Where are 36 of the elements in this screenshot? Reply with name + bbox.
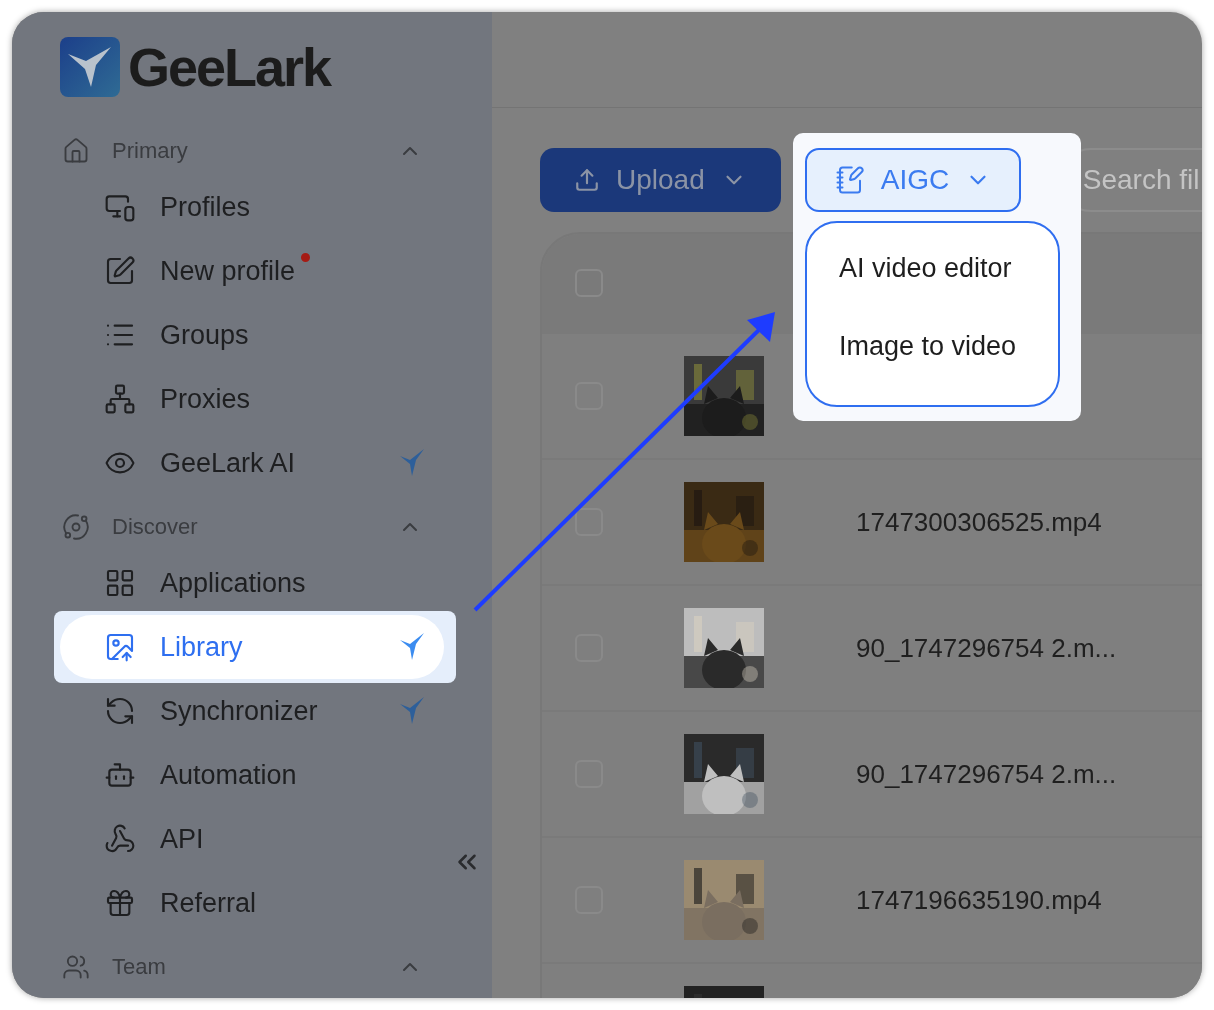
notebook-pen-icon	[834, 165, 865, 195]
item-icon	[104, 887, 136, 919]
item-icon	[104, 823, 136, 855]
item-icon	[104, 631, 136, 663]
sidebar-item[interactable]: Referral	[60, 871, 444, 935]
section-title: Primary	[112, 138, 189, 164]
section-title: Discover	[112, 514, 199, 540]
sidebar-item[interactable]: API	[60, 807, 444, 871]
sidebar-item[interactable]: Proxies	[60, 367, 444, 431]
menu-item[interactable]: Image to video	[807, 317, 1058, 395]
file-name: 1747196635190.mp4	[856, 884, 1103, 916]
upload-icon	[574, 167, 600, 193]
file-name: 90_1747296754 2.m...	[856, 632, 1118, 664]
file-name: 1747300306525.mp4	[856, 506, 1103, 538]
upload-button[interactable]: Upload	[540, 148, 781, 212]
item-icon	[104, 383, 136, 415]
sidebar-item[interactable]: Profiles	[60, 175, 444, 239]
file-name: 90_1747296754 2.m...	[856, 758, 1118, 790]
brand-name: GeeLark	[128, 36, 331, 98]
sidebar-item[interactable]: Applications	[60, 551, 444, 615]
sidebar-item[interactable]: Library	[60, 615, 444, 679]
sidebar-item[interactable]: GeeLark AI	[60, 431, 444, 495]
logo-icon	[60, 37, 120, 97]
item-icon	[104, 567, 136, 599]
sidebar-item[interactable]: New profile	[60, 239, 444, 303]
item-icon	[104, 255, 136, 287]
sidebar-item[interactable]: Synchronizer	[60, 679, 444, 743]
section-icon	[62, 513, 90, 541]
sidebar-item[interactable]: Automation	[60, 743, 444, 807]
item-icon	[104, 695, 136, 727]
section-icon	[62, 137, 90, 165]
section-icon	[62, 953, 90, 981]
sidebar-item[interactable]: Groups	[60, 303, 444, 367]
section-title: Team	[112, 954, 167, 980]
checkbox[interactable]	[575, 508, 603, 536]
aigc-button[interactable]: AIGC	[805, 148, 1021, 212]
